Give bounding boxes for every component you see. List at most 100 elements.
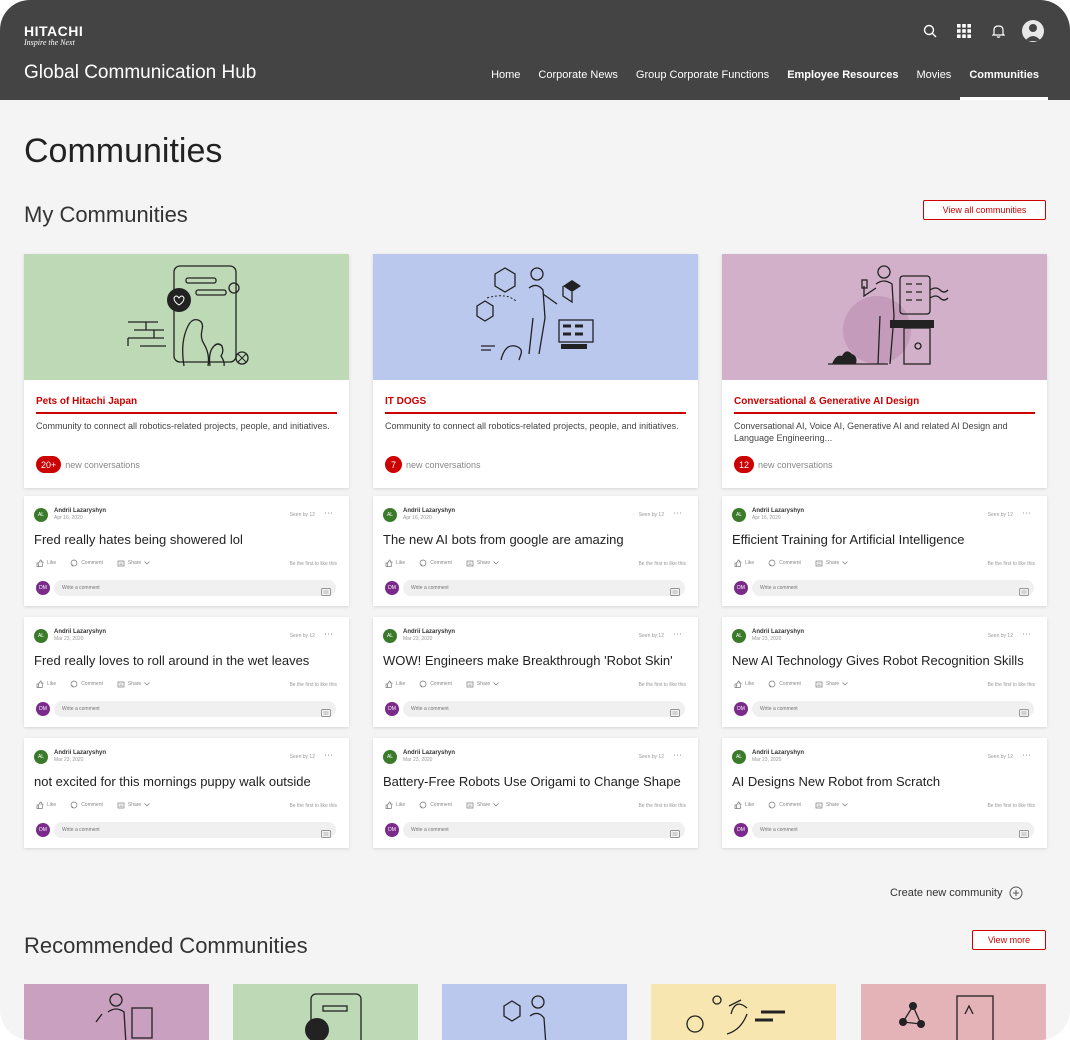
gif-icon[interactable] [1019,830,1029,838]
author-avatar[interactable]: AL [34,629,48,643]
post-author[interactable]: Andrii Lazaryshyn [54,629,106,636]
recommended-community-card[interactable] [24,984,209,1040]
post-text[interactable]: Fred really hates being showered lol [34,532,243,547]
nav-communities[interactable]: Communities [960,60,1048,100]
community-name[interactable]: IT DOGS [385,396,686,414]
share-button[interactable]: Share [466,559,499,567]
gif-icon[interactable] [670,709,680,717]
like-button[interactable]: Like [734,559,754,567]
hitachi-logo[interactable]: HITACHI Inspire the Next [24,24,83,47]
nav-employee-resources[interactable]: Employee Resources [778,60,907,100]
nav-corporate-news[interactable]: Corporate News [529,60,626,100]
author-avatar[interactable]: AL [732,629,746,643]
like-button[interactable]: Like [734,801,754,809]
user-avatar[interactable] [1022,20,1044,42]
post-author[interactable]: Andrii Lazaryshyn [54,508,106,515]
comment-button[interactable]: Comment [70,801,103,809]
recommended-community-card[interactable] [651,984,836,1040]
author-avatar[interactable]: AL [383,629,397,643]
gif-icon[interactable] [321,709,331,717]
comment-input[interactable] [752,580,1034,596]
comment-button[interactable]: Comment [419,559,452,567]
share-button[interactable]: Share [117,680,150,688]
comment-input[interactable] [403,822,685,838]
comment-button[interactable]: Comment [419,801,452,809]
new-conversations[interactable]: 7 new conversations [385,456,686,473]
gif-icon[interactable] [670,588,680,596]
like-button[interactable]: Like [36,680,56,688]
community-card[interactable]: Pets of Hitachi Japan Community to conne… [24,254,349,488]
community-card[interactable]: IT DOGS Community to connect all robotic… [373,254,698,488]
nav-group-corporate-functions[interactable]: Group Corporate Functions [627,60,778,100]
like-button[interactable]: Like [385,559,405,567]
like-button[interactable]: Like [385,680,405,688]
more-options-icon[interactable]: ⋯ [324,750,333,761]
more-options-icon[interactable]: ⋯ [324,629,333,640]
post-text[interactable]: AI Designs New Robot from Scratch [732,774,940,789]
gif-icon[interactable] [321,588,331,596]
more-options-icon[interactable]: ⋯ [1022,508,1031,519]
like-button[interactable]: Like [36,559,56,567]
author-avatar[interactable]: AL [383,750,397,764]
post-author[interactable]: Andrii Lazaryshyn [403,750,455,757]
comment-input[interactable] [54,822,336,838]
post-author[interactable]: Andrii Lazaryshyn [403,508,455,515]
more-options-icon[interactable]: ⋯ [673,508,682,519]
recommended-community-card[interactable] [233,984,418,1040]
share-button[interactable]: Share [466,801,499,809]
view-more-button[interactable]: View more [972,930,1046,950]
post-text[interactable]: Efficient Training for Artificial Intell… [732,532,964,547]
post-text[interactable]: Fred really loves to roll around in the … [34,653,309,668]
post-text[interactable]: Battery-Free Robots Use Origami to Chang… [383,774,681,789]
share-button[interactable]: Share [117,559,150,567]
post-author[interactable]: Andrii Lazaryshyn [752,750,804,757]
comment-button[interactable]: Comment [768,680,801,688]
author-avatar[interactable]: AL [383,508,397,522]
apps-grid-icon[interactable] [954,21,974,41]
post-text[interactable]: WOW! Engineers make Breakthrough 'Robot … [383,653,673,668]
like-button[interactable]: Like [734,680,754,688]
post-text[interactable]: The new AI bots from google are amazing [383,532,624,547]
comment-input[interactable] [54,580,336,596]
new-conversations[interactable]: 12 new conversations [734,456,1035,473]
comment-button[interactable]: Comment [70,559,103,567]
comment-input[interactable] [403,701,685,717]
comment-input[interactable] [752,701,1034,717]
gif-icon[interactable] [670,830,680,838]
comment-button[interactable]: Comment [70,680,103,688]
post-text[interactable]: New AI Technology Gives Robot Recognitio… [732,653,1024,668]
recommended-community-card[interactable] [442,984,627,1040]
create-community-link[interactable]: Create new community [890,886,1023,900]
new-conversations[interactable]: 20+ new conversations [36,456,337,473]
post-author[interactable]: Andrii Lazaryshyn [752,508,804,515]
post-author[interactable]: Andrii Lazaryshyn [752,629,804,636]
recommended-community-card[interactable] [861,984,1046,1040]
bell-icon[interactable] [988,21,1008,41]
like-button[interactable]: Like [36,801,56,809]
more-options-icon[interactable]: ⋯ [1022,629,1031,640]
comment-button[interactable]: Comment [768,559,801,567]
author-avatar[interactable]: AL [34,750,48,764]
gif-icon[interactable] [1019,588,1029,596]
view-all-communities-button[interactable]: View all communities [923,200,1046,220]
comment-input[interactable] [54,701,336,717]
comment-input[interactable] [403,580,685,596]
more-options-icon[interactable]: ⋯ [324,508,333,519]
gif-icon[interactable] [1019,709,1029,717]
share-button[interactable]: Share [815,801,848,809]
post-text[interactable]: not excited for this mornings puppy walk… [34,774,311,789]
like-button[interactable]: Like [385,801,405,809]
comment-input[interactable] [752,822,1034,838]
post-author[interactable]: Andrii Lazaryshyn [54,750,106,757]
nav-home[interactable]: Home [482,60,529,100]
more-options-icon[interactable]: ⋯ [673,750,682,761]
community-name[interactable]: Conversational & Generative AI Design [734,396,1035,414]
community-name[interactable]: Pets of Hitachi Japan [36,396,337,414]
gif-icon[interactable] [321,830,331,838]
author-avatar[interactable]: AL [34,508,48,522]
share-button[interactable]: Share [815,559,848,567]
nav-movies[interactable]: Movies [907,60,960,100]
share-button[interactable]: Share [117,801,150,809]
more-options-icon[interactable]: ⋯ [673,629,682,640]
author-avatar[interactable]: AL [732,508,746,522]
